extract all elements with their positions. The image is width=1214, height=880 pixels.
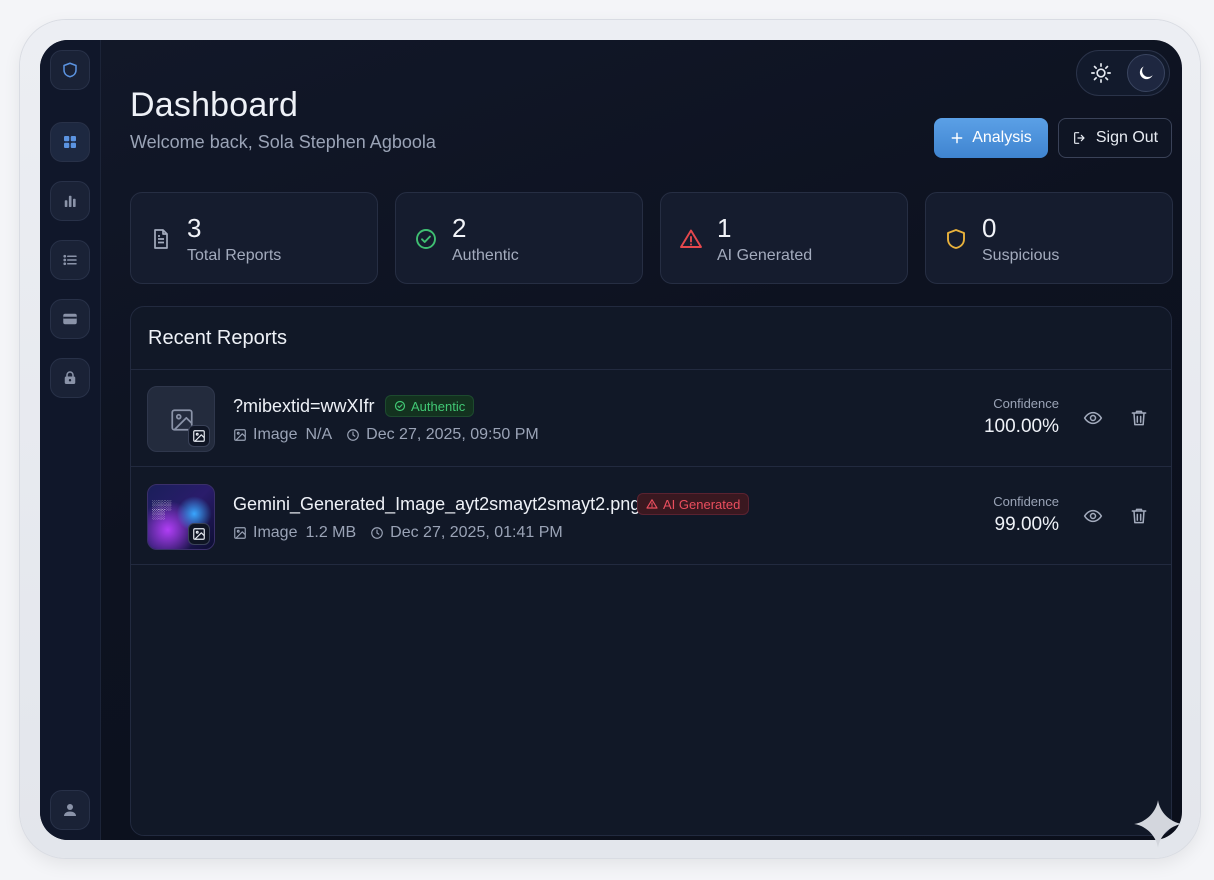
delete-report-button[interactable]	[1127, 406, 1151, 430]
image-icon	[193, 528, 205, 540]
status-badge: Authentic	[385, 395, 475, 417]
stat-value: 0	[982, 213, 997, 243]
logout-icon	[1073, 132, 1085, 144]
confidence-label: Confidence	[993, 494, 1059, 509]
sidebar-item-analytics[interactable]	[50, 181, 90, 221]
sparkle-icon	[1134, 800, 1182, 848]
theme-toggle[interactable]	[1076, 50, 1170, 96]
stat-value: 3	[187, 213, 202, 243]
report-name[interactable]: ?mibextid=wwXIfr	[233, 396, 375, 417]
signout-label: Sign Out	[1095, 129, 1159, 146]
report-meta: Image N/A Dec 27, 2025, 09:50 PM	[233, 426, 539, 444]
stat-label: AI Generated	[717, 247, 813, 264]
trash-icon	[1131, 508, 1147, 524]
dark-mode-button[interactable]	[1127, 54, 1165, 92]
page-title: Dashboard	[130, 86, 299, 124]
eye-icon	[1083, 411, 1103, 425]
sidebar-item-reports[interactable]	[50, 240, 90, 280]
delete-report-button[interactable]	[1127, 504, 1151, 528]
user-icon	[64, 804, 76, 816]
recent-reports-panel: Recent Reports ?mibextid=wwXIfr Authenti…	[130, 306, 1172, 836]
stat-label: Suspicious	[982, 247, 1060, 264]
trash-icon	[1131, 410, 1147, 426]
plus-icon	[951, 132, 963, 144]
image-type-badge	[188, 425, 210, 447]
shield-icon	[63, 62, 77, 78]
list-icon	[63, 254, 77, 266]
stat-value: 1	[717, 213, 732, 243]
file-type: Image	[253, 426, 298, 443]
image-icon	[234, 429, 246, 441]
image-icon	[193, 430, 205, 442]
bar-chart-icon	[64, 195, 76, 207]
status-label: AI Generated	[663, 496, 741, 512]
sidebar-item-dashboard[interactable]	[50, 122, 90, 162]
sun-icon	[1091, 63, 1111, 83]
stat-card-total: 3 Total Reports	[130, 192, 378, 284]
image-type-badge	[188, 523, 210, 545]
report-row[interactable]: ?mibextid=wwXIfr Authentic Image N/A Dec…	[131, 370, 1171, 467]
check-circle-icon	[416, 229, 436, 249]
document-icon	[154, 229, 168, 249]
stat-label: Authentic	[452, 247, 519, 264]
confidence-value: 100.00%	[983, 416, 1059, 437]
view-report-button[interactable]	[1081, 406, 1105, 430]
status-badge: AI Generated	[637, 493, 750, 515]
analysis-label: Analysis	[972, 129, 1032, 146]
app-screen: Dashboard Welcome back, Sola Stephen Agb…	[40, 40, 1182, 840]
new-analysis-button[interactable]: Analysis	[934, 118, 1048, 158]
shield-icon	[947, 229, 965, 249]
lock-icon	[64, 371, 76, 384]
sidebar-item-security[interactable]	[50, 358, 90, 398]
stat-card-ai-generated: 1 AI Generated	[660, 192, 908, 284]
stat-value: 2	[452, 213, 467, 243]
eye-icon	[1083, 509, 1103, 523]
report-name[interactable]: Gemini_Generated_Image_ayt2smayt2smayt2.…	[233, 494, 640, 515]
moon-icon	[1139, 66, 1153, 80]
grid-icon	[64, 136, 76, 148]
clock-icon	[371, 527, 383, 539]
preview-artwork: ░░░ ░░	[152, 500, 172, 519]
confidence-label: Confidence	[993, 396, 1059, 411]
file-size: N/A	[305, 426, 333, 443]
sidebar-item-profile[interactable]	[50, 790, 90, 830]
warning-icon	[680, 229, 702, 248]
report-thumbnail[interactable]: ░░░ ░░	[147, 484, 215, 550]
image-icon	[234, 527, 246, 539]
stat-label: Total Reports	[187, 247, 282, 264]
report-date: Dec 27, 2025, 01:41 PM	[390, 524, 563, 541]
sign-out-button[interactable]: Sign Out	[1058, 118, 1172, 158]
light-mode-button[interactable]	[1083, 55, 1119, 91]
sidebar	[40, 40, 101, 840]
stat-card-authentic: 2 Authentic	[395, 192, 643, 284]
clock-icon	[347, 429, 359, 441]
status-label: Authentic	[411, 398, 466, 414]
report-thumbnail[interactable]	[147, 386, 215, 452]
report-meta: Image 1.2 MB Dec 27, 2025, 01:41 PM	[233, 524, 563, 542]
welcome-text: Welcome back, Sola Stephen Agboola	[130, 132, 436, 152]
file-size: 1.2 MB	[305, 524, 357, 541]
section-title: Recent Reports	[148, 327, 287, 349]
view-report-button[interactable]	[1081, 504, 1105, 528]
sidebar-item-home[interactable]	[50, 50, 90, 90]
stat-card-suspicious: 0 Suspicious	[925, 192, 1173, 284]
credit-card-icon	[63, 313, 77, 325]
confidence-value: 99.00%	[994, 514, 1059, 535]
report-date: Dec 27, 2025, 09:50 PM	[366, 426, 539, 443]
report-row[interactable]: ░░░ ░░ Gemini_Generated_Image_ayt2smayt2s…	[131, 468, 1171, 565]
file-type: Image	[253, 524, 298, 541]
warning-icon	[646, 499, 658, 509]
check-circle-icon	[394, 400, 406, 412]
sidebar-item-billing[interactable]	[50, 299, 90, 339]
